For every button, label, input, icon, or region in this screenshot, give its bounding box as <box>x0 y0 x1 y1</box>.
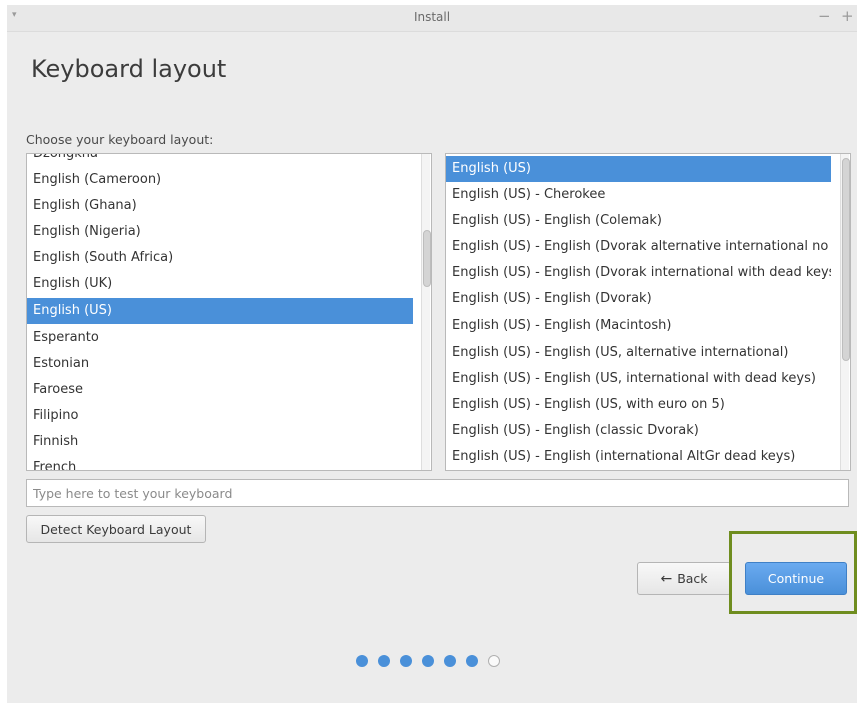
layout-list-item[interactable]: English (UK) <box>27 271 413 297</box>
layout-list-item[interactable]: Esperanto <box>27 325 413 351</box>
layout-list-item[interactable]: English (South Africa) <box>27 245 413 271</box>
variant-list-item[interactable]: English (US) - English (Dvorak internati… <box>446 260 831 286</box>
layout-list-item[interactable]: English (Ghana) <box>27 193 413 219</box>
progress-dot <box>466 655 478 667</box>
window-title: Install <box>413 10 451 24</box>
installer-window: ▾ Install − + Keyboard layout Choose you… <box>7 5 857 703</box>
layout-list-item[interactable]: Estonian <box>27 351 413 377</box>
variant-list-item-selected[interactable]: English (US) <box>446 156 831 182</box>
layout-list-item[interactable]: Filipino <box>27 403 413 429</box>
variant-list-item[interactable]: English (US) - English (US, alternative … <box>446 340 831 366</box>
layout-list-item[interactable]: French <box>27 455 413 470</box>
back-arrow-icon: ← <box>660 570 673 587</box>
layout-list-item[interactable]: English (Nigeria) <box>27 219 413 245</box>
layout-list-scrollbar[interactable] <box>421 154 431 470</box>
variant-list-item[interactable]: English (US) - English (classic Dvorak) <box>446 418 831 444</box>
progress-dot <box>400 655 412 667</box>
progress-dot-pending <box>488 655 500 667</box>
layout-list-item[interactable]: English (Cameroon) <box>27 167 413 193</box>
back-button[interactable]: ← Back <box>637 562 731 595</box>
variant-list-scrollbar[interactable] <box>840 154 850 470</box>
variant-list-item[interactable]: English (US) - English (US, internationa… <box>446 366 831 392</box>
layout-list-item-selected[interactable]: English (US) <box>27 298 413 324</box>
variant-list-scroll-thumb[interactable] <box>842 158 850 361</box>
progress-dot <box>422 655 434 667</box>
back-button-label: Back <box>677 570 708 586</box>
variant-list-item[interactable]: English (US) - English (Macintosh) <box>446 313 831 339</box>
keyboard-layout-list[interactable]: Dzongkha English (Cameroon) English (Gha… <box>26 153 432 471</box>
layout-list-scroll-thumb[interactable] <box>423 230 431 287</box>
progress-dot <box>444 655 456 667</box>
variant-list-item[interactable]: English (US) - English (international Al… <box>446 444 831 470</box>
maximize-icon[interactable]: + <box>841 7 854 25</box>
progress-dot <box>356 655 368 667</box>
title-bar: ▾ Install − + <box>7 5 857 32</box>
layout-list-item[interactable]: Finnish <box>27 429 413 455</box>
keyboard-variant-list[interactable]: English (US) English (US) - Cherokee Eng… <box>445 153 851 471</box>
variant-list-item[interactable]: English (US) - English (US, with euro on… <box>446 392 831 418</box>
variant-list-item[interactable]: English (US) - English (Colemak) <box>446 208 831 234</box>
page-title: Keyboard layout <box>31 55 227 83</box>
progress-dot <box>378 655 390 667</box>
variant-list-item[interactable]: English (US) - Cherokee <box>446 182 831 208</box>
layout-list-item[interactable]: Faroese <box>27 377 413 403</box>
continue-button[interactable]: Continue <box>745 562 847 595</box>
minimize-icon[interactable]: − <box>818 7 831 25</box>
detect-keyboard-layout-button[interactable]: Detect Keyboard Layout <box>26 515 206 543</box>
layout-list-item[interactable]: Dzongkha <box>27 154 413 167</box>
keyboard-test-input[interactable] <box>26 479 849 507</box>
variant-list-item[interactable]: English (US) - English (Dvorak) <box>446 286 831 312</box>
variant-list-item[interactable]: English (US) - English (Dvorak alternati… <box>446 234 831 260</box>
layout-prompt-label: Choose your keyboard layout: <box>26 132 214 147</box>
